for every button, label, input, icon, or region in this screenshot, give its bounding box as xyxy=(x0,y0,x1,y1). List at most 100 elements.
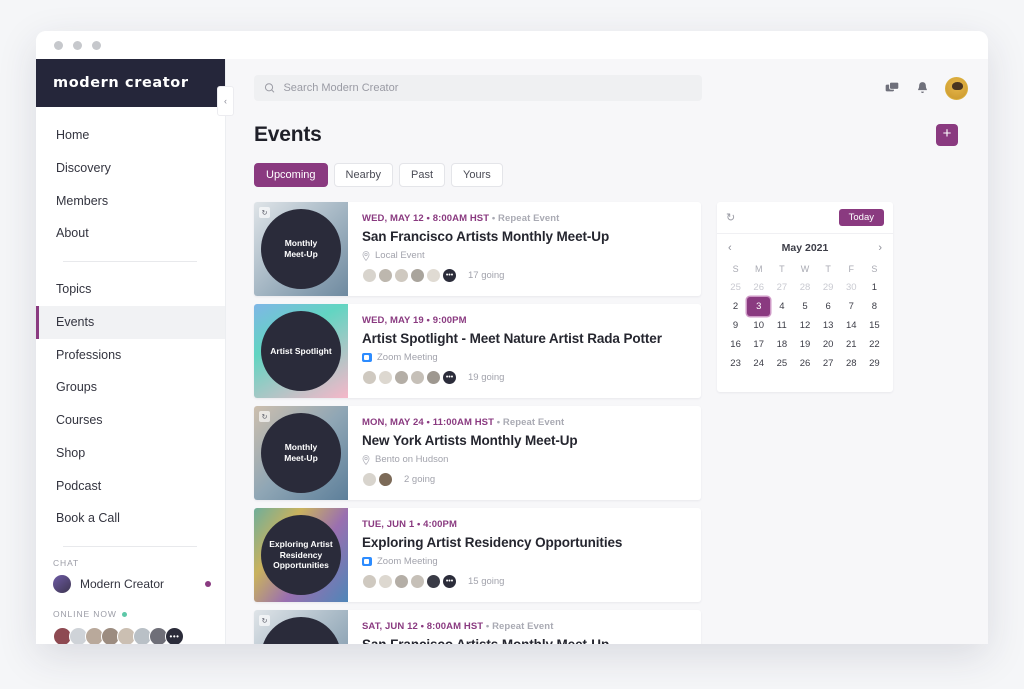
window-minimize-dot[interactable] xyxy=(73,40,82,50)
bell-icon[interactable] xyxy=(916,81,929,96)
attendee-avatar[interactable] xyxy=(394,268,409,283)
calendar-day[interactable]: 10 xyxy=(747,316,770,335)
calendar-day[interactable]: 12 xyxy=(793,316,816,335)
calendar-day[interactable]: 8 xyxy=(863,297,886,316)
calendar-day[interactable]: 15 xyxy=(863,316,886,335)
online-avatar-more[interactable]: ••• xyxy=(165,627,184,644)
event-card[interactable]: ↻ Monthly Meet-Up WED, MAY 12 • 8:00AM HST … xyxy=(254,202,701,296)
sidebar-item-groups[interactable]: Groups xyxy=(36,371,225,404)
tab-yours[interactable]: Yours xyxy=(451,163,503,187)
calendar-day[interactable]: 19 xyxy=(793,335,816,354)
search-input[interactable] xyxy=(283,82,692,94)
sidebar-item-podcast[interactable]: Podcast xyxy=(36,470,225,503)
attendee-more-badge[interactable]: ••• xyxy=(442,574,457,589)
calendar-day[interactable]: 13 xyxy=(817,316,840,335)
attendee-avatar[interactable] xyxy=(378,268,393,283)
calendar-day[interactable]: 24 xyxy=(747,354,770,373)
sidebar-item-topics[interactable]: Topics xyxy=(36,273,225,306)
calendar-day[interactable]: 7 xyxy=(840,297,863,316)
calendar-day[interactable]: 18 xyxy=(770,335,793,354)
refresh-icon[interactable]: ↻ xyxy=(726,211,735,224)
attendee-avatar[interactable] xyxy=(426,370,441,385)
calendar-day[interactable]: 5 xyxy=(793,297,816,316)
calendar-day[interactable]: 27 xyxy=(817,354,840,373)
sidebar-item-home[interactable]: Home xyxy=(36,119,225,152)
today-button[interactable]: Today xyxy=(838,209,884,226)
calendar-day[interactable]: 17 xyxy=(747,335,770,354)
attendee-avatar[interactable] xyxy=(394,574,409,589)
event-going-count: 15 going xyxy=(468,576,505,587)
messages-icon[interactable] xyxy=(885,81,900,95)
sidebar-collapse-button[interactable]: ‹ xyxy=(217,86,234,116)
event-card[interactable]: Exploring Artist Residency Opportunities TU… xyxy=(254,508,701,602)
calendar-day[interactable]: 29 xyxy=(863,354,886,373)
calendar-day[interactable]: 14 xyxy=(840,316,863,335)
sidebar-item-events[interactable]: Events xyxy=(36,305,225,339)
attendee-avatar[interactable] xyxy=(362,370,377,385)
attendee-avatar[interactable] xyxy=(362,574,377,589)
sidebar-item-shop[interactable]: Shop xyxy=(36,437,225,470)
calendar-day[interactable]: 28 xyxy=(793,278,816,297)
calendar-next-icon[interactable]: › xyxy=(878,242,882,254)
event-card[interactable]: Artist Spotlight WED, MAY 19 • 9:00PM Arti… xyxy=(254,304,701,398)
chat-item-modern-creator[interactable]: Modern Creator xyxy=(36,575,225,593)
attendee-more-badge[interactable]: ••• xyxy=(442,370,457,385)
tab-past[interactable]: Past xyxy=(399,163,446,187)
tab-upcoming[interactable]: Upcoming xyxy=(254,163,328,187)
event-card[interactable]: ↻ Monthly Meet-Up MON, MAY 24 • 11:00AM HST… xyxy=(254,406,701,500)
event-title[interactable]: Artist Spotlight - Meet Nature Artist Ra… xyxy=(362,331,689,346)
user-avatar[interactable] xyxy=(945,76,968,100)
sidebar-item-discovery[interactable]: Discovery xyxy=(36,152,225,185)
calendar-day[interactable]: 20 xyxy=(817,335,840,354)
calendar-day-selected[interactable]: 3 xyxy=(747,297,771,316)
sidebar-item-members[interactable]: Members xyxy=(36,185,225,218)
calendar-day[interactable]: 26 xyxy=(793,354,816,373)
calendar-day[interactable]: 25 xyxy=(770,354,793,373)
calendar-day[interactable]: 2 xyxy=(724,297,747,316)
tab-nearby[interactable]: Nearby xyxy=(333,163,393,187)
attendee-avatar[interactable] xyxy=(426,268,441,283)
sidebar-item-book-a-call[interactable]: Book a Call xyxy=(36,502,225,535)
calendar-day[interactable]: 1 xyxy=(863,278,886,297)
calendar-day[interactable]: 23 xyxy=(724,354,747,373)
calendar-day[interactable]: 4 xyxy=(770,297,793,316)
calendar-day[interactable]: 26 xyxy=(747,278,770,297)
calendar-day[interactable]: 9 xyxy=(724,316,747,335)
search-bar[interactable] xyxy=(254,75,702,101)
attendee-avatar[interactable] xyxy=(378,370,393,385)
calendar-day[interactable]: 30 xyxy=(840,278,863,297)
attendee-avatar[interactable] xyxy=(378,472,393,487)
sidebar-item-courses[interactable]: Courses xyxy=(36,404,225,437)
attendee-avatar[interactable] xyxy=(410,574,425,589)
window-close-dot[interactable] xyxy=(54,40,63,50)
calendar-day[interactable]: 21 xyxy=(840,335,863,354)
attendee-avatar[interactable] xyxy=(426,574,441,589)
event-title[interactable]: San Francisco Artists Monthly Meet-Up xyxy=(362,229,689,244)
calendar-day[interactable]: 11 xyxy=(770,316,793,335)
attendee-avatar[interactable] xyxy=(362,472,377,487)
calendar-day[interactable]: 22 xyxy=(863,335,886,354)
sidebar-item-about[interactable]: About xyxy=(36,217,225,250)
add-event-button[interactable]: + xyxy=(936,124,958,146)
event-card[interactable]: ↻MonthlyMeet-UpSAT, JUN 12 • 8:00AM HST … xyxy=(254,610,701,644)
calendar-day[interactable]: 29 xyxy=(817,278,840,297)
window-maximize-dot[interactable] xyxy=(92,40,101,50)
attendee-avatar[interactable] xyxy=(410,370,425,385)
calendar-day[interactable]: 25 xyxy=(724,278,747,297)
event-title[interactable]: San Francisco Artists Monthly Meet-Up xyxy=(362,637,689,644)
attendee-avatar[interactable] xyxy=(410,268,425,283)
attendee-more-badge[interactable]: ••• xyxy=(442,268,457,283)
event-title[interactable]: New York Artists Monthly Meet-Up xyxy=(362,433,689,448)
attendee-avatar[interactable] xyxy=(362,268,377,283)
attendee-avatar[interactable] xyxy=(378,574,393,589)
calendar-day[interactable]: 16 xyxy=(724,335,747,354)
calendar-day[interactable]: 27 xyxy=(770,278,793,297)
calendar-day[interactable]: 6 xyxy=(817,297,840,316)
page-title: Events xyxy=(254,123,322,146)
online-avatar-stack[interactable]: ••• xyxy=(36,627,225,644)
calendar-day[interactable]: 28 xyxy=(840,354,863,373)
attendee-avatar[interactable] xyxy=(394,370,409,385)
event-title[interactable]: Exploring Artist Residency Opportunities xyxy=(362,535,689,550)
calendar-dow-label: W xyxy=(800,264,810,274)
sidebar-item-professions[interactable]: Professions xyxy=(36,339,225,372)
